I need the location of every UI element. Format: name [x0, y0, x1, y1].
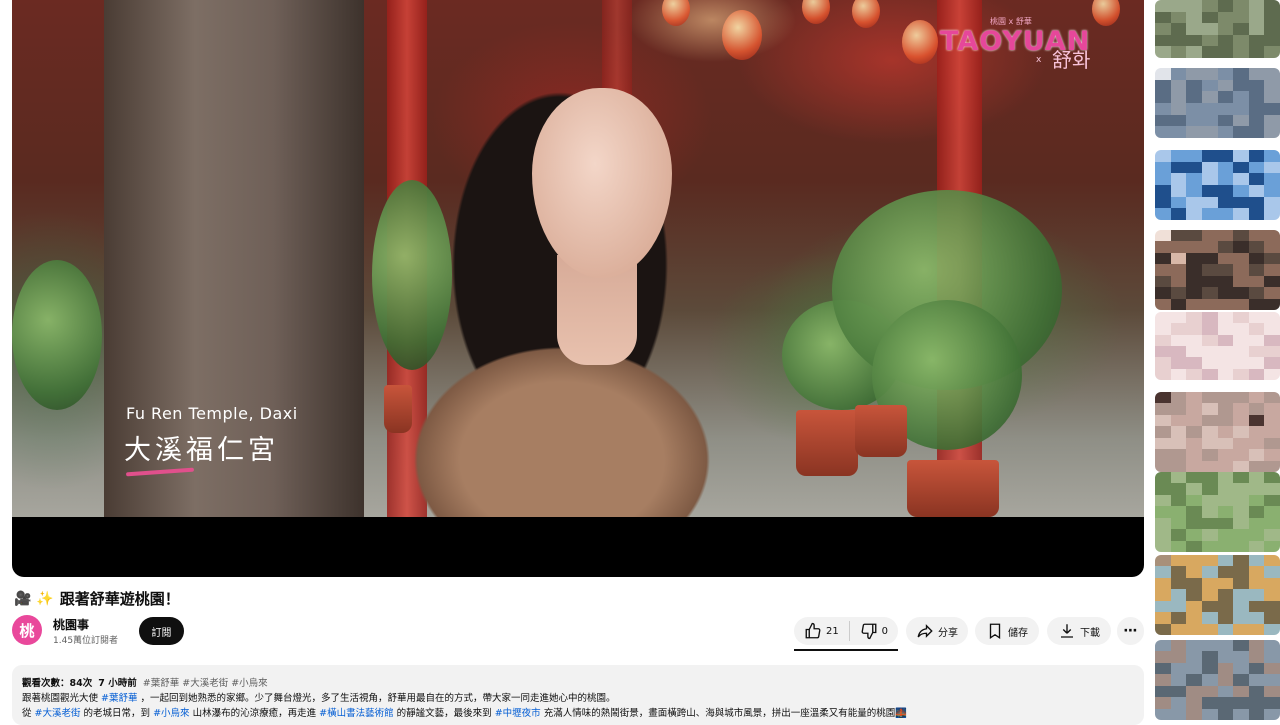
recommended-video-thumbnail[interactable] [1155, 312, 1280, 380]
subscriber-count: 1.45萬位訂閱者 [53, 636, 119, 646]
video-player[interactable]: Fu Ren Temple, Daxi 大溪福仁宮 桃園 x 舒華 TAOYUA… [12, 0, 1144, 577]
recommended-video-thumbnail[interactable] [1155, 392, 1280, 472]
header-hashtags[interactable]: #葉舒華 #大溪老街 #小烏來 [143, 678, 268, 689]
caption-english: Fu Ren Temple, Daxi [126, 404, 298, 423]
hashtag-link[interactable]: #中壢夜市 [495, 708, 541, 719]
thumbs-up-icon [804, 622, 822, 640]
hashtag-link[interactable]: #大溪老街 [35, 708, 81, 719]
description-box[interactable]: 觀看次數：84次 7 小時前 #葉舒華 #大溪老街 #小烏來 跟著桃園觀光大使 … [12, 665, 1144, 725]
desc-text: 的老城日常，到 [83, 708, 151, 719]
desc-text: 充滿人情味的熱鬧街景，畫面橫跨山、海與城市風景，拼出一座溫柔又有能量的桃園🌉 [543, 708, 908, 719]
subscribe-button[interactable]: 訂閱 [139, 617, 184, 645]
recommended-rail [1155, 0, 1280, 720]
like-underline [794, 649, 898, 651]
recommended-video-thumbnail[interactable] [1155, 68, 1280, 138]
share-label: 分享 [938, 627, 958, 639]
caption-chinese: 大溪福仁宮 [124, 435, 279, 466]
download-label: 下載 [1080, 627, 1100, 639]
recommended-video-thumbnail[interactable] [1155, 640, 1280, 720]
time-ago: 7 小時前 [98, 678, 137, 689]
desc-text: 山林瀑布的沁涼療癒，再走進 [192, 708, 317, 719]
save-label: 儲存 [1008, 627, 1028, 639]
description-meta: 觀看次數：84次 7 小時前 #葉舒華 #大溪老街 #小烏來 [22, 675, 268, 689]
video-frame[interactable]: Fu Ren Temple, Daxi 大溪福仁宮 桃園 x 舒華 TAOYUA… [12, 0, 1144, 517]
desc-text: 跟著桃園觀光大使 [22, 693, 99, 704]
download-button[interactable]: 下載 [1047, 617, 1111, 645]
logo-x: x [1036, 55, 1042, 65]
views-label: 觀看次數： [22, 678, 70, 689]
save-button[interactable]: 儲存 [975, 617, 1039, 645]
desc-text: ，一起回到她熟悉的家鄉。少了舞台燈光，多了生活視角，舒華用最自在的方式，帶大家一… [140, 693, 616, 704]
recommended-video-thumbnail[interactable] [1155, 0, 1280, 58]
hashtag-link[interactable]: #橫山書法藝術館 [319, 708, 393, 719]
more-horizontal-icon: ⋯ [1123, 623, 1138, 639]
like-count: 21 [826, 625, 839, 637]
hashtag-link[interactable]: #小烏來 [153, 708, 189, 719]
thumbs-down-icon [860, 622, 878, 640]
channel-name[interactable]: 桃園事 [53, 616, 89, 633]
description-line-3: 從 #大溪老街 的老城日常，到 #小烏來 山林瀑布的沁涼療癒，再走進 #橫山書法… [22, 705, 907, 719]
like-dislike-group: 21 0 [794, 617, 898, 645]
recommended-video-thumbnail[interactable] [1155, 472, 1280, 552]
description-line-2: 跟著桃園觀光大使 #葉舒華 ，一起回到她熟悉的家鄉。少了舞台燈光，多了生活視角，… [22, 690, 616, 704]
title-emoji: 🎥 ✨ [14, 590, 54, 607]
video-title: 🎥 ✨ 跟著舒華遊桃園！ [14, 588, 180, 609]
desc-text: 的靜謐文藝，最後來到 [396, 708, 492, 719]
logo-signature: 舒화 [1052, 48, 1091, 72]
hashtag-link[interactable]: #葉舒華 [101, 693, 137, 704]
views-count: 84次 [69, 678, 93, 689]
share-button[interactable]: 分享 [906, 617, 968, 645]
title-text: 跟著舒華遊桃園！ [59, 590, 180, 608]
channel-avatar[interactable]: 桃 [12, 615, 42, 645]
dislike-count: 0 [881, 625, 888, 637]
recommended-video-thumbnail[interactable] [1155, 230, 1280, 310]
recommended-video-thumbnail[interactable] [1155, 150, 1280, 220]
recommended-video-thumbnail[interactable] [1155, 555, 1280, 635]
share-arrow-icon [916, 622, 934, 640]
like-button[interactable]: 21 [794, 617, 849, 645]
download-icon [1058, 622, 1076, 640]
dislike-button[interactable]: 0 [850, 617, 898, 645]
desc-text: 從 [22, 708, 32, 719]
bookmark-icon [986, 622, 1004, 640]
more-actions-button[interactable]: ⋯ [1117, 617, 1144, 645]
